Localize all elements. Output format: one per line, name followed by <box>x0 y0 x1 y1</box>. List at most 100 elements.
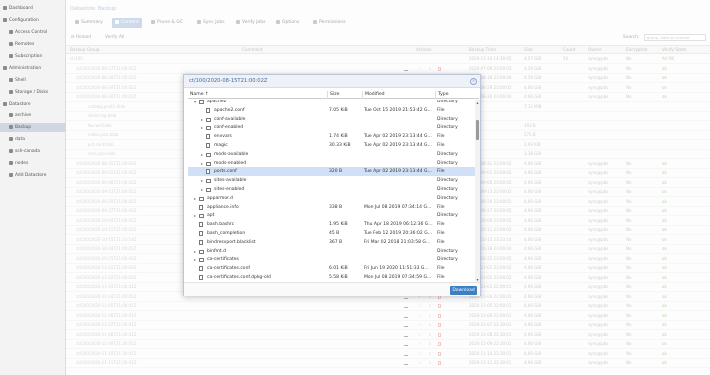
sidebar-item-storage-disks[interactable]: Storage / Disks <box>0 88 66 97</box>
folder-icon <box>199 100 204 104</box>
file-name: bindresvport.blacklist <box>207 239 256 245</box>
file-icon <box>199 231 203 236</box>
tree-row[interactable]: bash.bashrc 1.95 KiB Thu Apr 18 2019 06:12… <box>188 220 475 229</box>
sidebar-item-configuration[interactable]: Configuration <box>0 16 66 25</box>
column-type[interactable]: Type <box>435 91 479 99</box>
tree-row[interactable]: ports.conf 320 B Tue Apr 02 2019 23:13:44 … <box>188 167 475 177</box>
tree-row[interactable]: bash_completion 45 B Tue Feb 12 2019 20:36… <box>188 229 475 238</box>
expander-icon[interactable]: ▸ <box>194 194 196 203</box>
tree-row[interactable]: envvars 1.74 KiB Tue Apr 02 2019 23:13:44 … <box>188 132 475 141</box>
tree-row[interactable]: apache2.conf 7.05 KiB Tue Oct 15 2019 21:5… <box>188 106 475 115</box>
tree-row[interactable]: ▸ mods-available Directory <box>188 150 475 159</box>
expander-icon[interactable]: ▸ <box>201 176 203 185</box>
column-size[interactable]: Size <box>327 91 362 99</box>
sidebar-item-subscription[interactable]: Subscription <box>0 52 66 61</box>
file-tree: ▾ apache2 Directory apache2.conf 7.05 KiB Tue… <box>188 100 475 282</box>
plus-icon <box>9 172 13 177</box>
sidebar-item-label: Add Datastore <box>15 173 47 178</box>
database-icon <box>9 112 13 117</box>
scroll-up-icon[interactable]: ▴ <box>475 100 480 105</box>
sidebar-item-dashboard[interactable]: Dashboard <box>0 4 66 13</box>
folder-icon <box>206 126 211 131</box>
file-icon <box>206 134 210 140</box>
file-name: ca-certificates.conf <box>207 266 251 272</box>
folder-icon <box>206 188 211 192</box>
server-icon <box>9 41 13 46</box>
file-icon <box>206 107 210 113</box>
file-name: bash.bashrc <box>207 222 235 228</box>
expander-icon[interactable]: ▸ <box>201 185 203 194</box>
scrollbar-thumb[interactable] <box>476 120 479 140</box>
file-name: conf-enabled <box>214 125 244 131</box>
tree-row[interactable]: magic 30.33 KiB Tue Apr 02 2019 23:13:44 G… <box>188 141 475 150</box>
download-button[interactable]: Download <box>450 286 477 295</box>
file-name: sites-enabled <box>214 187 245 192</box>
file-type: File <box>437 275 445 280</box>
file-size: 6.01 KiB <box>329 266 348 272</box>
folder-icon <box>199 196 204 201</box>
file-icon <box>199 222 203 228</box>
sidebar-item-label: Shell <box>15 78 26 83</box>
expander-icon[interactable]: ▸ <box>194 211 196 220</box>
file-size: 338 B <box>329 204 343 210</box>
folder-icon <box>206 161 211 166</box>
expander-icon[interactable]: ▸ <box>201 159 203 168</box>
expander-icon[interactable]: ▸ <box>194 247 196 256</box>
file-icon <box>199 275 203 280</box>
tree-row[interactable]: ▸ ca-certificates Directory <box>188 255 475 264</box>
file-name: apache2.conf <box>214 107 245 113</box>
sidebar-item-datastore[interactable]: Datastore <box>0 100 66 109</box>
scrollbar[interactable]: ▴ ▾ <box>475 100 480 282</box>
tree-row[interactable]: ca-certificates.conf 6.01 KiB Fri Jun 19 2… <box>188 264 475 273</box>
tree-row[interactable]: ▸ sites-enabled Directory <box>188 185 475 194</box>
expander-icon[interactable]: ▸ <box>201 123 203 132</box>
sidebar-item-nodes[interactable]: nodes <box>0 159 66 168</box>
column-name[interactable]: Name ↑ <box>188 91 327 99</box>
close-icon[interactable]: × <box>470 78 477 85</box>
tree-row[interactable]: ▸ conf-available Directory <box>188 115 475 124</box>
sidebar-item-administration[interactable]: Administration <box>0 64 66 73</box>
tree-row[interactable]: ▸ binfmt.d Directory <box>188 247 475 256</box>
database-icon <box>9 136 13 141</box>
file-type: File <box>437 239 445 245</box>
sidebar-item-shell[interactable]: Shell <box>0 76 66 85</box>
file-name: mods-available <box>214 151 249 157</box>
dialog-footer: Download <box>184 282 480 296</box>
sidebar-item-backup[interactable]: Backup <box>0 123 66 132</box>
file-size: 1.95 KiB <box>329 222 348 228</box>
tree-row[interactable]: ▸ apparmor.d Directory <box>188 194 475 203</box>
file-column-header: Name ↑ Size Modified Type <box>188 91 479 99</box>
file-name: envvars <box>214 134 232 140</box>
sidebar-item-data[interactable]: data <box>0 135 66 144</box>
tree-row[interactable]: appliance.info 338 B Mon Jul 08 2019 07:34… <box>188 203 475 212</box>
gear-icon <box>3 17 7 22</box>
file-modified: Mon Jul 08 2019 07:34:14 G... <box>364 204 432 210</box>
sidebar-item-label: Datastore <box>9 102 31 107</box>
tree-row[interactable]: bindresvport.blacklist 367 B Fri Mar 02 20… <box>188 238 475 247</box>
sidebar-item-label: Access Control <box>15 30 48 35</box>
dialog-title: ct/100/2020-08-15T21:00:02Z <box>189 78 268 84</box>
file-browser-dialog: ct/100/2020-08-15T21:00:02Z × Name ↑ Siz… <box>183 74 481 296</box>
file-type: Directory <box>437 248 458 254</box>
tree-row[interactable]: ▸ sites-available Directory <box>188 176 475 185</box>
tree-row[interactable]: ▸ apt Directory <box>188 211 475 220</box>
file-name: apparmor.d <box>207 195 233 201</box>
file-name: sites-available <box>214 178 247 184</box>
tree-row[interactable]: ca-certificates.conf.dpkg-old 5.58 KiB Mon… <box>188 273 475 282</box>
file-type: Directory <box>437 187 458 192</box>
sidebar-item-label: Backup <box>15 125 32 130</box>
sidebar-item-add-datastore[interactable]: Add Datastore <box>0 171 66 180</box>
folder-icon <box>199 249 204 254</box>
sidebar-item-label: Administration <box>9 66 42 71</box>
sidebar-item-remotes[interactable]: Remotes <box>0 40 66 49</box>
sidebar-item-archive[interactable]: archive <box>0 111 66 120</box>
column-modified[interactable]: Modified <box>362 91 435 99</box>
sidebar-item-access-control[interactable]: Access Control <box>0 28 66 37</box>
sidebar-item-ssh-canada[interactable]: ssh-canada <box>0 147 66 156</box>
tree-row[interactable]: ▸ mods-enabled Directory <box>188 159 475 168</box>
expander-icon[interactable]: ▸ <box>194 255 196 264</box>
expander-icon[interactable]: ▸ <box>201 115 203 124</box>
file-type: File <box>437 266 445 272</box>
tree-row[interactable]: ▸ conf-enabled Directory <box>188 123 475 132</box>
expander-icon[interactable]: ▸ <box>201 150 203 159</box>
